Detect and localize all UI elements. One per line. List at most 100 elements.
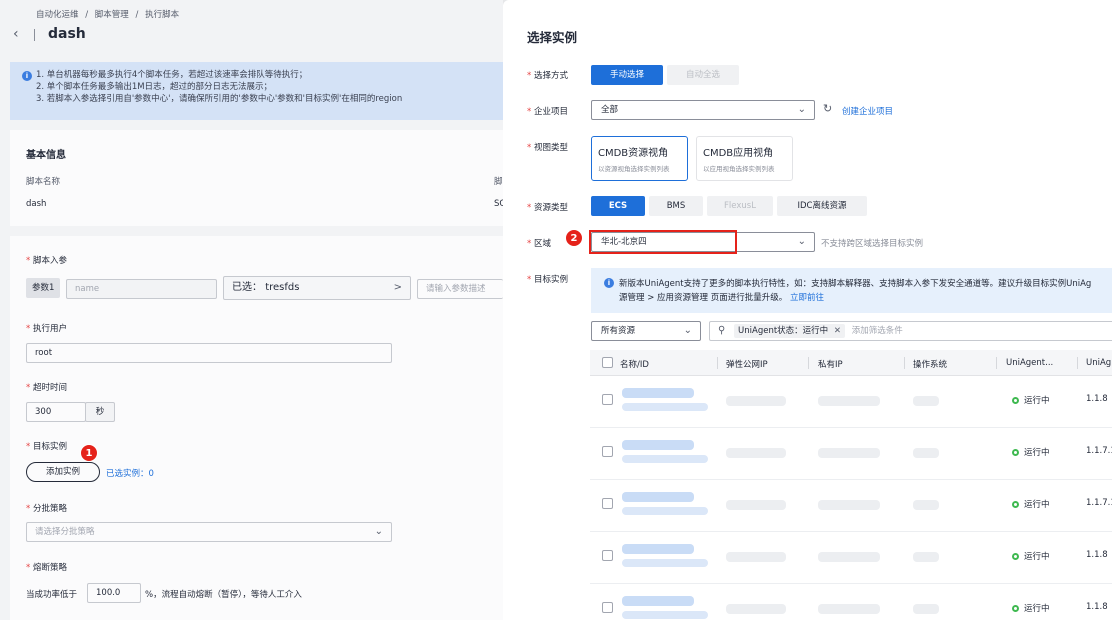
row-checkbox[interactable] <box>602 498 613 509</box>
refresh-icon[interactable]: ↻ <box>823 102 832 115</box>
table-row[interactable]: 运行中 1.1.8 <box>590 532 1112 584</box>
circuit-suffix: %，流程自动熔断（暂停），等待人工介入 <box>145 590 302 600</box>
filter-chip: UniAgent状态：运行中 ✕ <box>734 324 845 338</box>
instance-name-redacted[interactable] <box>622 596 694 606</box>
create-project-link[interactable]: 创建企业项目 <box>842 105 893 117</box>
column-header[interactable]: 名称/ID <box>620 358 649 370</box>
exec-user-label: 执行用户 <box>26 322 67 334</box>
banner-go-link[interactable]: 立即前往 <box>790 293 824 303</box>
running-status-icon <box>1012 449 1019 456</box>
agent-version: 1.1.8 <box>1086 602 1108 612</box>
breadcrumb-item-ops[interactable]: 自动化运维 <box>36 10 79 20</box>
circuit-rate-input[interactable]: 100.0 <box>87 583 141 603</box>
os-redacted <box>913 552 939 562</box>
timeout-input[interactable]: 300 <box>26 402 86 422</box>
table-row[interactable]: 运行中 1.1.7.1 <box>590 428 1112 480</box>
row-checkbox[interactable] <box>602 394 613 405</box>
breadcrumb: 自动化运维 / 脚本管理 / 执行脚本 <box>36 8 183 20</box>
divider <box>34 29 35 41</box>
row-checkbox[interactable] <box>602 446 613 457</box>
breadcrumb-item-scripts[interactable]: 脚本管理 <box>95 10 129 20</box>
instance-name-redacted[interactable] <box>622 544 694 554</box>
notice-line: 1. 单台机器每秒最多执行4个脚本任务，若超过该速率会排队等待执行； <box>36 70 308 80</box>
column-header[interactable]: 弹性公网IP <box>726 358 768 370</box>
resource-type-flexusl: FlexusL <box>707 196 773 216</box>
row-checkbox[interactable] <box>602 602 613 613</box>
mode-label: 选择方式 <box>527 69 568 81</box>
table-row[interactable]: 运行中 1.1.8 <box>590 584 1112 620</box>
eip-redacted <box>726 552 786 562</box>
eip-redacted <box>726 396 786 406</box>
os-redacted <box>913 396 939 406</box>
private-ip-redacted <box>818 552 880 562</box>
batch-select[interactable]: 请选择分批策略 ⌄ <box>26 522 392 542</box>
eip-redacted <box>726 500 786 510</box>
mode-auto-button: 自动全选 <box>667 65 739 85</box>
filter-search-bar[interactable]: ⚲ UniAgent状态：运行中 ✕ 添加筛选条件 <box>709 321 1112 341</box>
params-card: 脚本入参 参数1 name 已选： tresfds > 请输入参数描述 执行用户… <box>10 236 503 620</box>
exec-user-input[interactable]: root <box>26 343 392 363</box>
column-divider <box>904 357 905 369</box>
info-icon: i <box>604 278 614 288</box>
resource-type-ecs[interactable]: ECS <box>591 196 645 216</box>
table-row[interactable]: 运行中 1.1.7.1 <box>590 480 1112 532</box>
region-label: 区域 <box>527 237 551 249</box>
resource-filter-select[interactable]: 所有资源 ⌄ <box>591 321 701 341</box>
instance-name-redacted[interactable] <box>622 388 694 398</box>
view-cmdb-resource-option[interactable]: CMDB资源视角 以资源视角选择实例列表 <box>591 136 688 181</box>
param-name-input[interactable]: name <box>66 279 217 299</box>
view-cmdb-app-option[interactable]: CMDB应用视角 以应用视角选择实例列表 <box>696 136 793 181</box>
resource-type-idc[interactable]: IDC离线资源 <box>777 196 867 216</box>
private-ip-redacted <box>818 396 880 406</box>
resource-filter-value: 所有资源 <box>601 326 636 336</box>
param-desc-input[interactable]: 请输入参数描述 <box>417 279 503 299</box>
selected-prefix: 已选： <box>232 282 262 293</box>
option-title: CMDB应用视角 <box>703 148 774 159</box>
region-hint: 不支持跨区域选择目标实例 <box>821 239 924 249</box>
column-header[interactable]: UniAgent... <box>1006 358 1053 368</box>
column-header[interactable]: 操作系统 <box>913 358 947 370</box>
timeout-unit: 秒 <box>85 402 115 422</box>
resource-type-bms[interactable]: BMS <box>649 196 703 216</box>
notice-line: 2. 单个脚本任务最多输出1M日志，超过的部分日志无法展示； <box>36 82 273 92</box>
instance-name-redacted[interactable] <box>622 492 694 502</box>
private-ip-redacted <box>818 604 880 614</box>
script-execution-page: 自动化运维 / 脚本管理 / 执行脚本 ‹ dash i 1. 单台机器每秒最多… <box>0 0 505 620</box>
param1-tag: 参数1 <box>26 278 60 298</box>
column-divider <box>808 357 809 369</box>
column-header[interactable]: 私有IP <box>818 358 843 370</box>
project-select[interactable]: 全部 ⌄ <box>591 100 815 120</box>
breadcrumb-sep: / <box>85 10 89 20</box>
chevron-down-icon: ⌄ <box>797 104 806 115</box>
agent-version: 1.1.7.1 <box>1086 446 1112 456</box>
select-all-checkbox[interactable] <box>602 357 613 368</box>
instance-name-redacted[interactable] <box>622 440 694 450</box>
eip-redacted <box>726 604 786 614</box>
add-filter-placeholder[interactable]: 添加筛选条件 <box>852 326 903 336</box>
agent-status: 运行中 <box>1024 396 1050 406</box>
notice-line: 3. 若脚本入参选择引用自'参数中心'，请确保所引用的'参数中心'参数和'目标实… <box>36 94 403 104</box>
view-label: 视图类型 <box>527 141 568 153</box>
agent-version: 1.1.8 <box>1086 394 1108 404</box>
column-header[interactable]: UniAg <box>1086 358 1111 368</box>
os-redacted <box>913 500 939 510</box>
chevron-right-icon: > <box>393 282 402 293</box>
selected-instance-count[interactable]: 已选实例：0 <box>106 467 154 479</box>
back-arrow-icon[interactable]: ‹ <box>13 26 19 42</box>
project-value: 全部 <box>601 105 619 115</box>
option-subtitle: 以应用视角选择实例列表 <box>703 165 775 173</box>
filter-chip-label: UniAgent状态：运行中 <box>738 326 829 336</box>
running-status-icon <box>1012 553 1019 560</box>
params-label: 脚本入参 <box>26 254 67 266</box>
uniagent-upgrade-banner: i 新版本UniAgent支持了更多的脚本执行特性，如：支持脚本解释器、支持脚本… <box>591 268 1112 313</box>
add-instance-button[interactable]: 添加实例 <box>26 462 100 482</box>
truncated-label: 脚 <box>494 177 503 187</box>
table-row[interactable]: 运行中 1.1.8 <box>590 376 1112 428</box>
column-divider <box>717 357 718 369</box>
circuit-prefix: 当成功率低于 <box>26 590 78 600</box>
close-icon[interactable]: ✕ <box>834 326 841 336</box>
param-value-selector[interactable]: 已选： tresfds > <box>223 276 411 300</box>
basic-info-card: 基本信息 脚本名称 dash 脚 SC <box>10 130 505 226</box>
row-checkbox[interactable] <box>602 550 613 561</box>
mode-manual-button[interactable]: 手动选择 <box>591 65 663 85</box>
